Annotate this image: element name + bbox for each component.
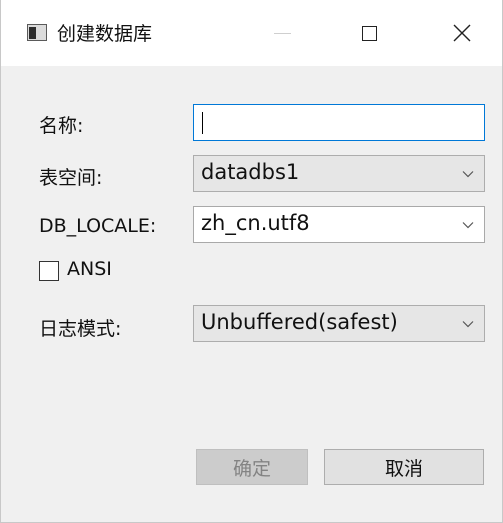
maximize-button[interactable] xyxy=(346,14,392,52)
name-label: 名称: xyxy=(39,115,84,137)
name-input[interactable] xyxy=(193,104,485,141)
logmode-select[interactable]: Unbuffered(safest) xyxy=(193,305,485,342)
ok-button[interactable]: 确定 xyxy=(196,449,308,485)
window-app-icon xyxy=(27,24,47,41)
close-button[interactable] xyxy=(439,14,485,52)
chevron-down-icon xyxy=(462,222,474,229)
locale-value: zh_cn.utf8 xyxy=(201,211,310,235)
logmode-label: 日志模式: xyxy=(39,318,122,340)
minimize-icon xyxy=(273,32,291,34)
close-icon xyxy=(453,24,471,42)
tablespace-select[interactable]: datadbs1 xyxy=(193,155,485,192)
ansi-checkbox-label[interactable]: ANSI xyxy=(67,258,112,280)
tablespace-label: 表空间: xyxy=(39,167,103,189)
tablespace-value: datadbs1 xyxy=(201,160,300,184)
minimize-button[interactable] xyxy=(259,14,305,52)
chevron-down-icon xyxy=(462,321,474,328)
title-bar[interactable]: 创建数据库 xyxy=(1,0,502,66)
locale-combobox[interactable]: zh_cn.utf8 xyxy=(193,206,485,243)
window-title: 创建数据库 xyxy=(57,23,153,45)
chevron-down-icon xyxy=(462,171,474,178)
cancel-button[interactable]: 取消 xyxy=(324,449,484,485)
text-caret xyxy=(202,112,203,134)
logmode-value: Unbuffered(safest) xyxy=(201,310,398,334)
locale-label: DB_LOCALE: xyxy=(39,215,157,237)
ansi-checkbox[interactable] xyxy=(39,261,59,281)
maximize-icon xyxy=(361,25,377,41)
create-database-dialog: 创建数据库 名称: 表空间: datadbs1 DB_LOCALE: zh_cn… xyxy=(0,0,503,523)
